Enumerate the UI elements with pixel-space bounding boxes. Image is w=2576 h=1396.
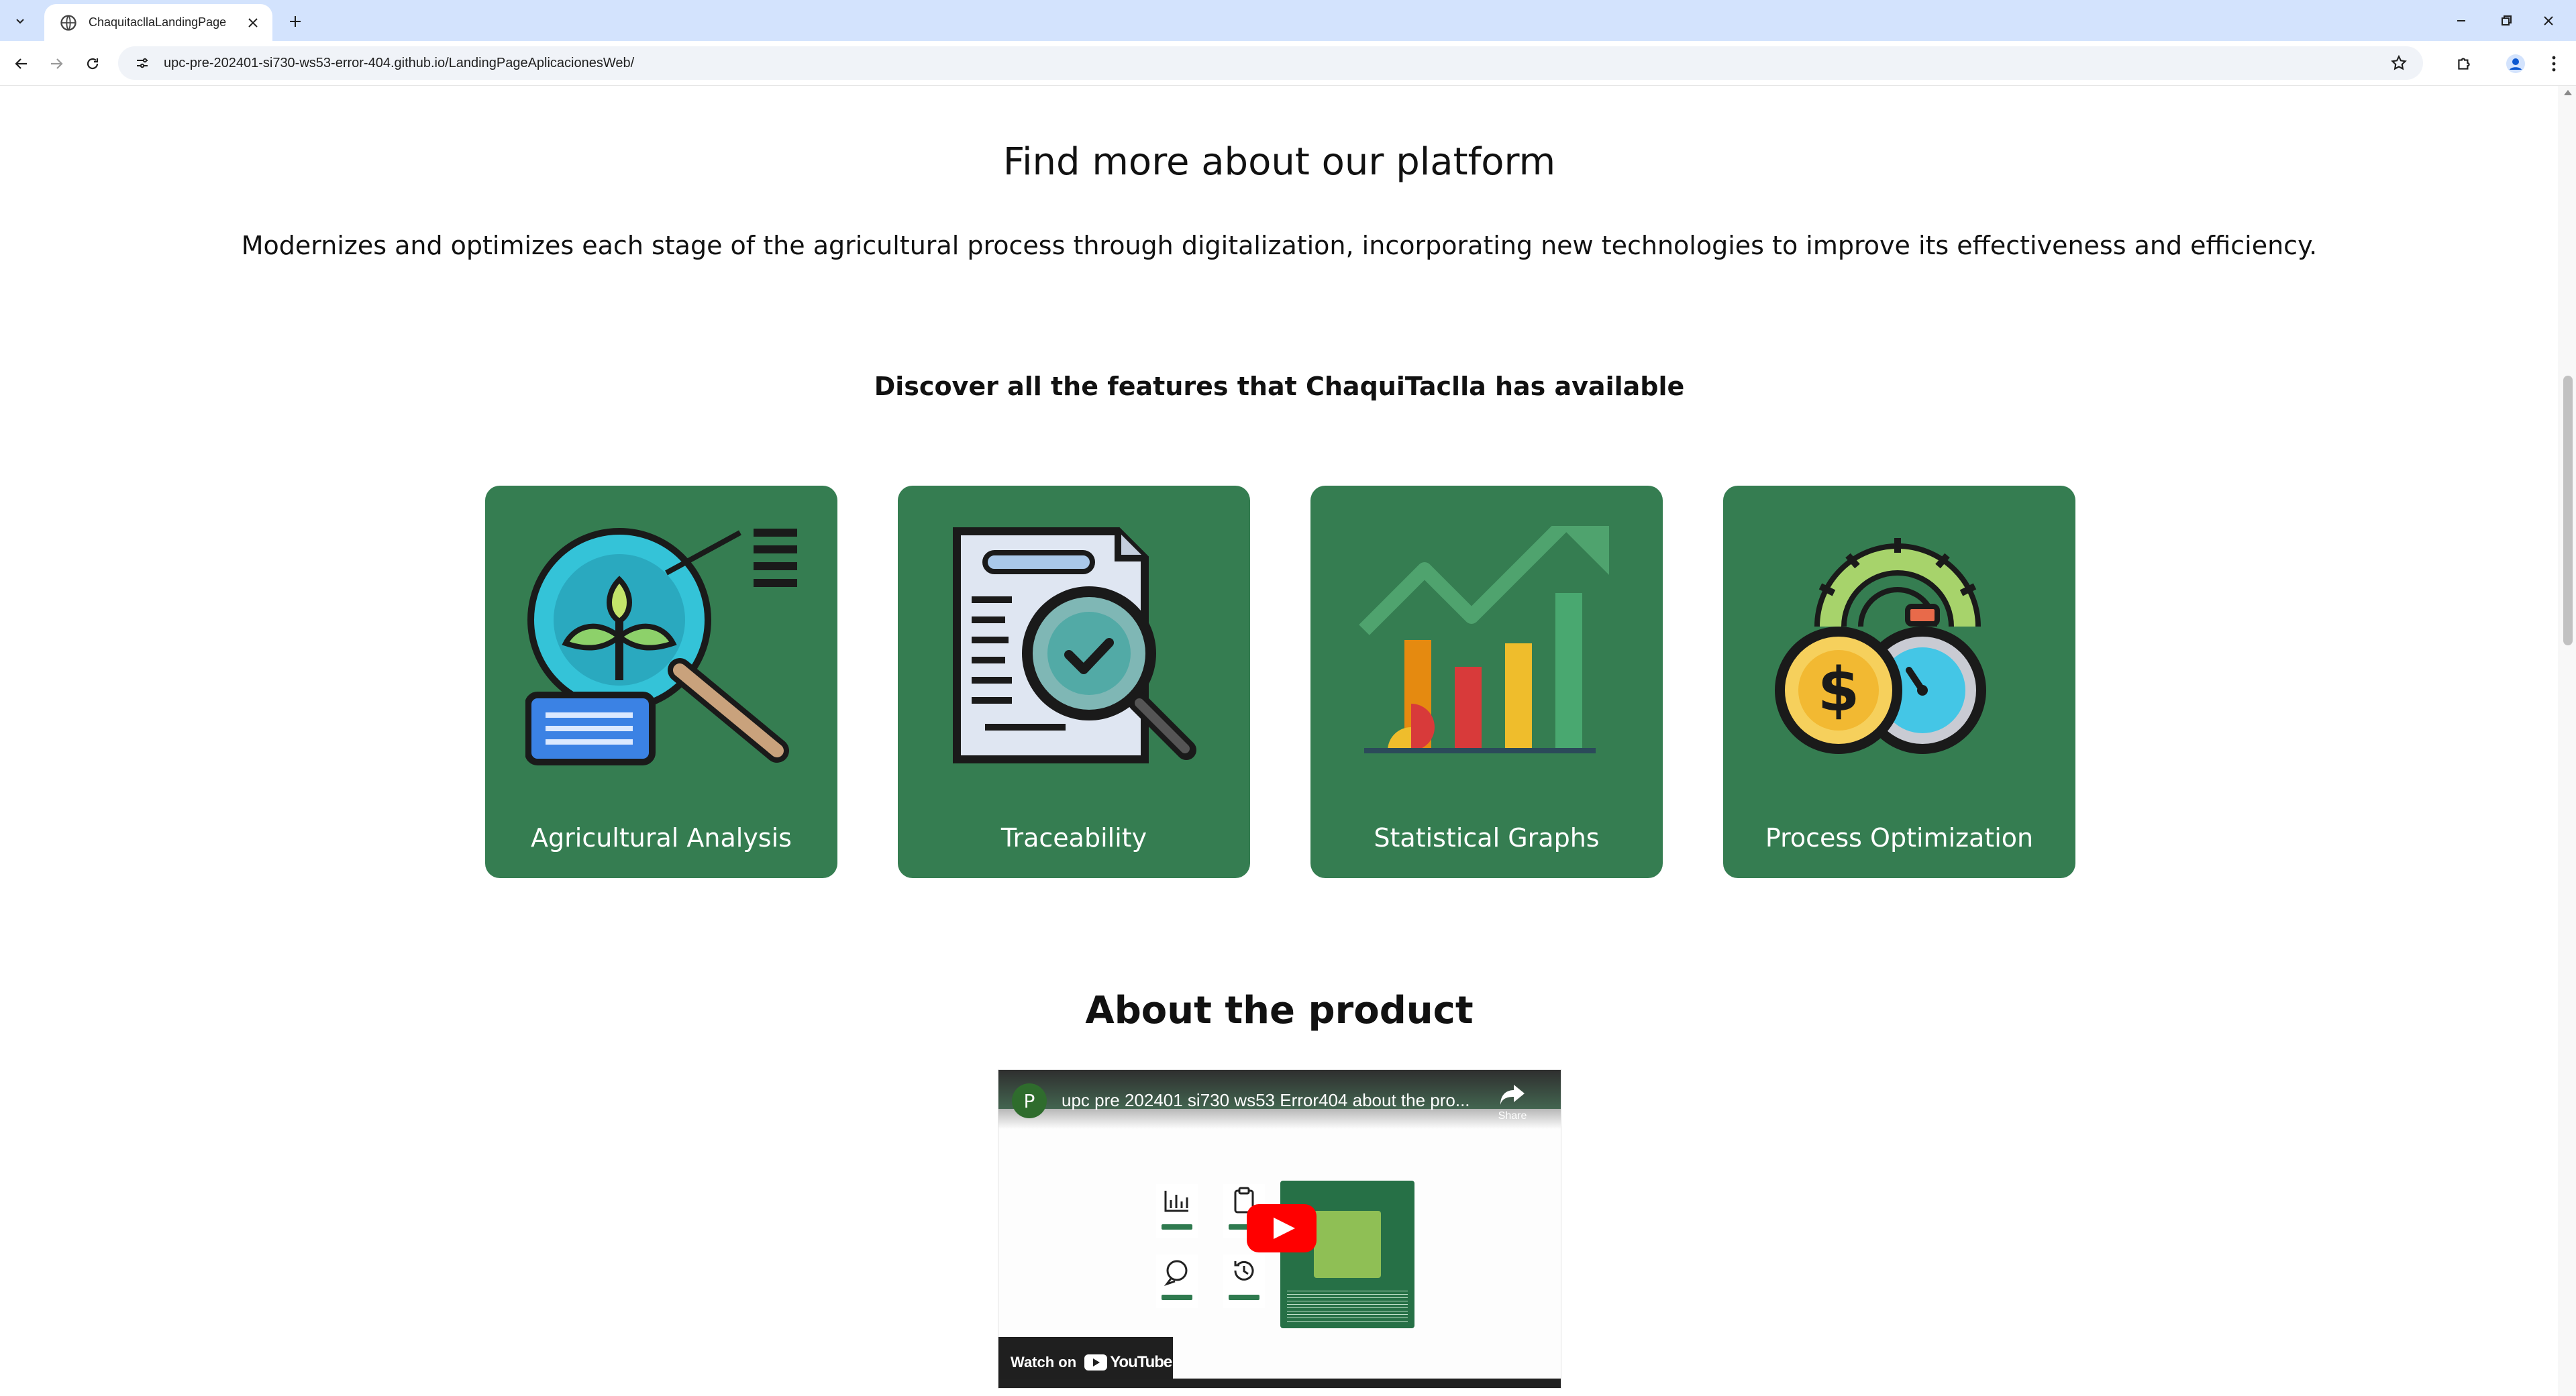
feature-card-agricultural-analysis[interactable]: Agricultural Analysis xyxy=(485,486,837,878)
share-button[interactable]: Share xyxy=(1492,1082,1533,1129)
tab-title: ChaquitacllaLandingPage xyxy=(89,15,227,29)
reload-button[interactable] xyxy=(78,49,107,78)
restore-icon xyxy=(2502,15,2512,25)
browser-toolbar: upc-pre-202401-si730-ws53-error-404.gith… xyxy=(0,41,2576,86)
browser-tabstrip: ChaquitacllaLandingPage xyxy=(0,0,2576,41)
tab-search-button[interactable] xyxy=(7,8,34,35)
document-check-magnifier-icon xyxy=(953,527,1196,763)
avatar-icon xyxy=(2506,54,2525,73)
video-frame-taskbar xyxy=(998,1379,1561,1388)
feature-card-label: Agricultural Analysis xyxy=(531,823,792,853)
minimize-icon xyxy=(2457,19,2465,21)
play-button-icon[interactable] xyxy=(1247,1204,1317,1252)
video-thumbnail-tile xyxy=(1156,1254,1198,1308)
gear-coin-stopwatch-icon: $ xyxy=(1775,538,1986,754)
new-tab-button[interactable] xyxy=(282,8,309,35)
puzzle-icon xyxy=(2458,58,2470,70)
crop-image xyxy=(1314,1211,1381,1278)
plus-icon xyxy=(290,16,301,27)
youtube-logo-icon: YouTube xyxy=(1084,1353,1172,1372)
video-thumbnail-tile xyxy=(1156,1184,1198,1238)
profile-button[interactable] xyxy=(2501,49,2530,78)
scrollbar-thumb[interactable] xyxy=(2563,376,2573,645)
arrow-right-icon xyxy=(51,58,63,69)
site-info-icon[interactable] xyxy=(130,51,154,75)
scroll-up-icon[interactable] xyxy=(2564,90,2572,95)
youtube-embed[interactable]: P upc pre 202401 si730 ws53 Error404 abo… xyxy=(998,1069,1561,1389)
close-icon xyxy=(2544,15,2553,25)
page-content: Find more about our platform Modernizes … xyxy=(0,87,2559,1396)
platform-heading: Find more about our platform xyxy=(1002,140,1556,184)
feature-card-process-optimization[interactable]: $ Process Optimization xyxy=(1723,486,2075,878)
back-button[interactable] xyxy=(7,49,36,78)
feature-card-traceability[interactable]: Traceability xyxy=(898,486,1250,878)
history-icon xyxy=(1234,1260,1254,1281)
video-title[interactable]: upc pre 202401 si730 ws53 Error404 about… xyxy=(1062,1090,1470,1111)
address-bar[interactable]: upc-pre-202401-si730-ws53-error-404.gith… xyxy=(118,46,2423,80)
page-scrollbar[interactable] xyxy=(2559,86,2576,1396)
globe-icon xyxy=(60,14,76,31)
close-tab-icon[interactable] xyxy=(243,13,263,33)
bookmark-star-icon[interactable] xyxy=(2387,51,2411,75)
platform-description: Modernizes and optimizes each stage of t… xyxy=(241,231,2318,260)
menu-button[interactable] xyxy=(2539,49,2569,78)
kebab-menu-icon xyxy=(2552,56,2556,72)
feature-card-statistical-graphs[interactable]: Statistical Graphs xyxy=(1310,486,1663,878)
arrow-left-icon xyxy=(15,58,27,69)
share-icon xyxy=(1500,1085,1525,1105)
features-heading: Discover all the features that ChaquiTac… xyxy=(874,372,1685,401)
share-label: Share xyxy=(1498,1110,1527,1122)
svg-text:$: $ xyxy=(1818,655,1860,725)
video-thumbnail-tile xyxy=(1223,1254,1265,1308)
bar-chart-icon xyxy=(1164,1191,1188,1212)
forward-button[interactable] xyxy=(42,49,71,78)
video-thumbnail-panel xyxy=(1280,1181,1414,1328)
reload-icon xyxy=(87,58,99,70)
magnifier-plant-icon xyxy=(525,528,797,765)
feature-card-label: Statistical Graphs xyxy=(1374,823,1600,853)
feature-card-label: Traceability xyxy=(1000,823,1147,853)
browser-tab[interactable]: ChaquitacllaLandingPage xyxy=(44,4,272,41)
about-heading: About the product xyxy=(1085,989,1474,1032)
bar-chart-trend-icon xyxy=(1359,526,1609,753)
chevron-down-icon xyxy=(16,19,24,24)
channel-avatar[interactable]: P xyxy=(1012,1083,1047,1118)
extensions-button[interactable] xyxy=(2449,49,2479,78)
watch-on-label: Watch on xyxy=(1011,1354,1077,1371)
chat-icon xyxy=(1164,1260,1188,1286)
url-text: upc-pre-202401-si730-ws53-error-404.gith… xyxy=(164,55,635,70)
close-window-button[interactable] xyxy=(2521,0,2576,41)
feature-card-label: Process Optimization xyxy=(1765,823,2034,853)
